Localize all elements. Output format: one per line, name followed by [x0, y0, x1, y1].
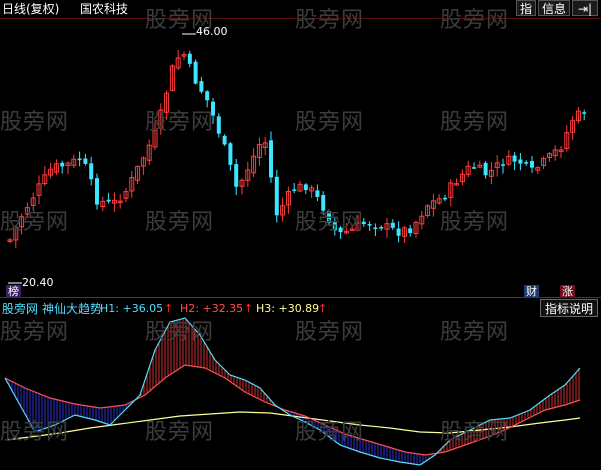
candle-body-down: [408, 228, 413, 234]
indicator-series: [4, 317, 581, 466]
finance-badge[interactable]: 财: [524, 285, 539, 298]
collapse-arrow-button[interactable]: ⇥|: [572, 0, 598, 16]
rank-badge[interactable]: 榜: [6, 285, 21, 298]
candle-body-down: [106, 199, 111, 202]
candle-body-down: [582, 112, 587, 114]
h1-arrow-icon: ↑: [164, 302, 174, 315]
candle-body-down: [443, 197, 447, 200]
stock-name: 国农科技: [80, 2, 129, 16]
candle-body-down: [228, 143, 233, 165]
candle-body-down: [530, 161, 534, 168]
candle-body-down: [269, 140, 273, 178]
candle-body-down: [501, 164, 505, 166]
candle-body-down: [95, 178, 99, 205]
candle-body-down: [390, 222, 395, 228]
candle-body-down: [216, 116, 221, 134]
candle-body-down: [367, 224, 372, 226]
indicator-site-label: 股旁网: [2, 302, 39, 316]
price-marks: [8, 33, 196, 284]
candle-body-down: [396, 228, 401, 236]
candle-body-down: [205, 91, 210, 101]
candle-body-down: [274, 176, 279, 216]
candle-body-down: [234, 164, 239, 187]
candle-body-down: [361, 221, 366, 225]
index-button[interactable]: 指: [516, 0, 536, 16]
candle-body-down: [379, 227, 384, 229]
h2-line: [4, 364, 581, 456]
h3-arrow-icon: ↑: [318, 302, 328, 315]
candle-body-down: [512, 155, 517, 162]
rise-badge[interactable]: 涨: [560, 285, 575, 298]
candle-body-down: [303, 184, 308, 190]
candle-body-down: [338, 227, 343, 233]
indicator-explain-button[interactable]: 指标说明: [540, 299, 598, 317]
info-button[interactable]: 信息: [538, 0, 570, 16]
candle-body-down: [321, 194, 326, 211]
candle-body-down: [199, 81, 204, 92]
candle-body-down: [518, 159, 523, 164]
candle-body-down: [483, 162, 488, 176]
candle-body-down: [89, 163, 94, 180]
h2-value: H2: +32.35: [180, 302, 244, 315]
candle-body-down: [187, 53, 192, 64]
h3-value: H3: +30.89: [256, 302, 320, 315]
indicator-name[interactable]: 神仙大趋势: [42, 302, 102, 316]
candle-body-down: [332, 221, 337, 231]
candle-body-down: [83, 158, 88, 164]
candle-body-down: [77, 158, 82, 161]
chart-canvas[interactable]: [0, 0, 601, 470]
candle-body-down: [211, 101, 215, 116]
low-price-label: 20.40: [22, 276, 54, 289]
candle-body-down: [292, 189, 297, 191]
h1-line: [4, 317, 581, 466]
candle-body-down: [193, 61, 198, 84]
h1-value: H1: +36.05: [100, 302, 164, 315]
candlestick-series: [7, 50, 587, 248]
candle-body-down: [60, 162, 65, 167]
period-label[interactable]: 日线(复权): [2, 2, 59, 16]
candle-body-down: [315, 190, 320, 197]
high-price-label: 46.00: [196, 25, 228, 38]
candle-body-down: [327, 211, 331, 223]
candle-body-down: [472, 167, 476, 169]
h2-arrow-icon: ↑: [244, 302, 254, 315]
candle-body-down: [373, 227, 378, 230]
candle-body-down: [222, 135, 227, 145]
candle-body-down: [524, 162, 529, 164]
